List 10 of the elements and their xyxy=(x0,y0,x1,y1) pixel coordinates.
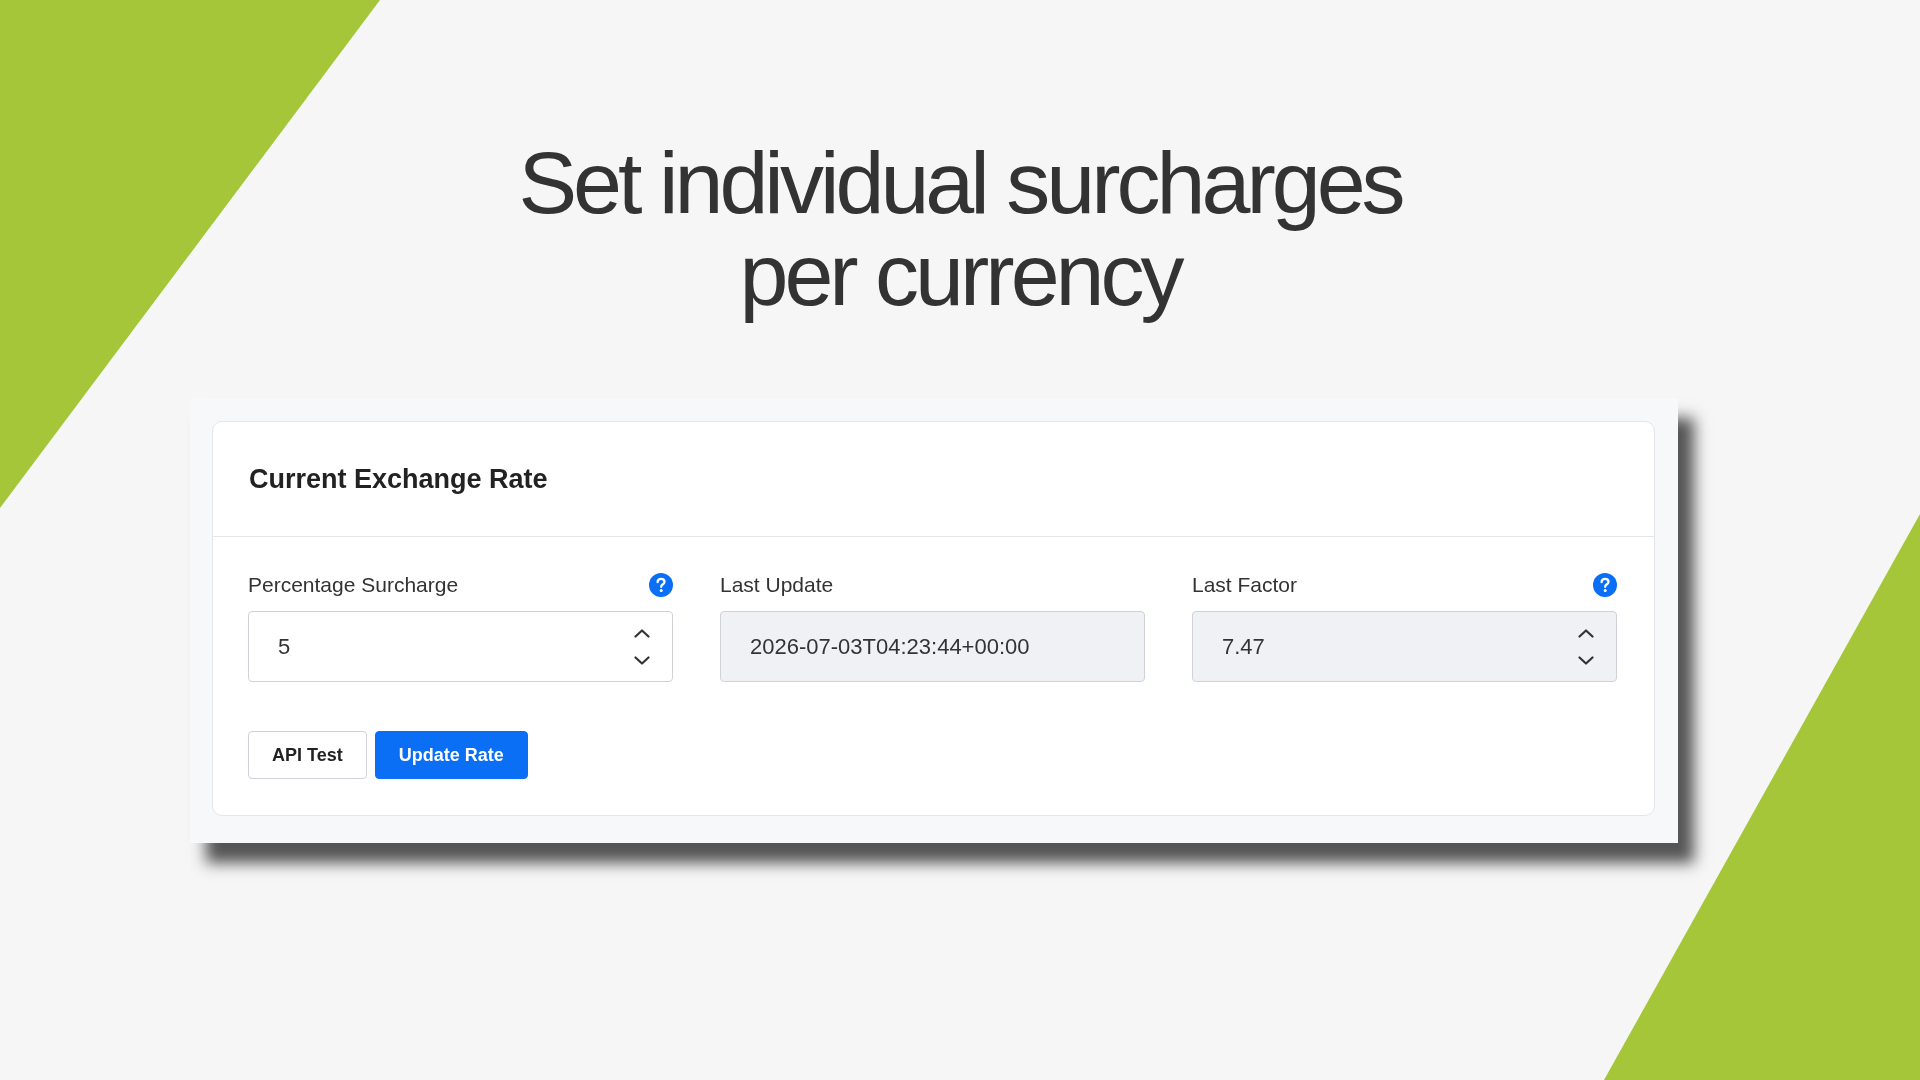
field-label: Last Update xyxy=(720,573,834,597)
field-label: Last Factor xyxy=(1192,573,1298,597)
secondary-button[interactable]: API Test xyxy=(248,731,367,779)
number-input[interactable]: 5 xyxy=(248,611,673,682)
card-title: Current Exchange Rate xyxy=(249,463,548,495)
headline: Set individual surcharges per currency xyxy=(517,137,1404,321)
stepper-chevrons-icon[interactable] xyxy=(634,628,650,665)
help-icon[interactable] xyxy=(649,573,673,597)
primary-button[interactable]: Update Rate xyxy=(374,731,528,779)
field-label: Percentage Surcharge xyxy=(248,573,459,597)
